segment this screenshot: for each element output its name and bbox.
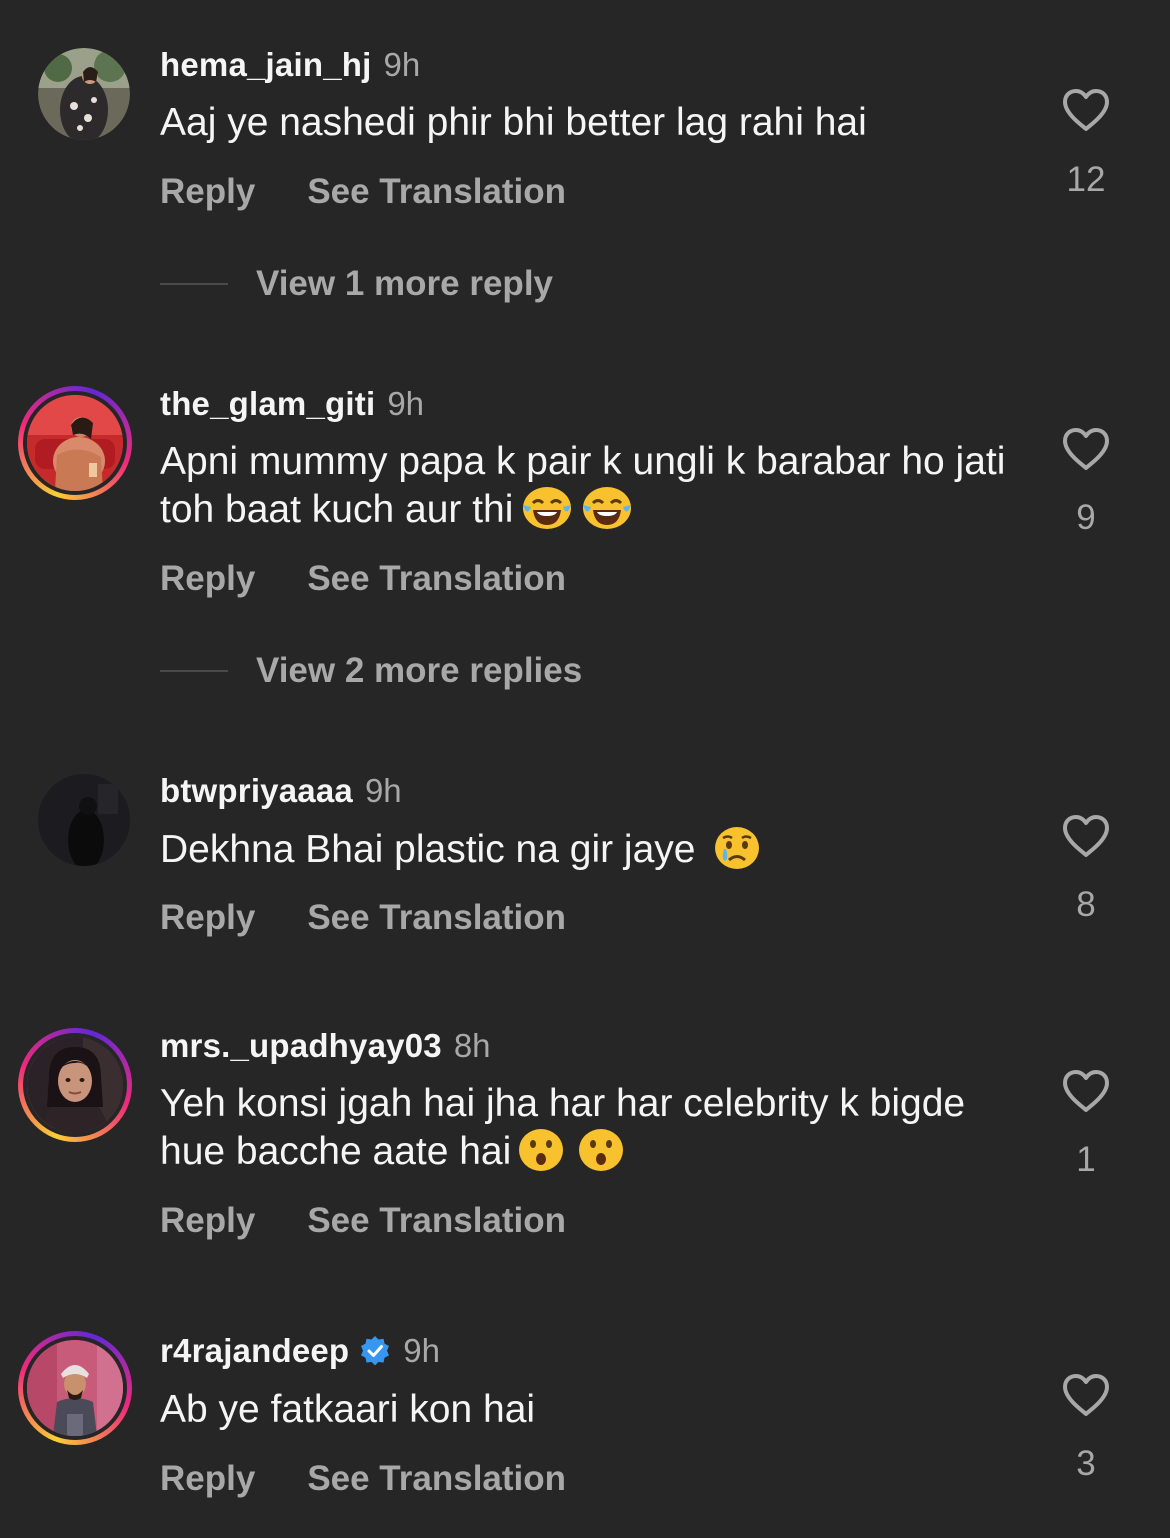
like-count: 8 <box>1076 885 1096 924</box>
like-heart-icon[interactable] <box>1061 1068 1111 1114</box>
comment-body: Dekhna Bhai plastic na gir jaye <box>160 828 696 871</box>
like-count: 3 <box>1076 1444 1096 1483</box>
comment-text: Ab ye fatkaari kon hai <box>160 1386 1020 1433</box>
reply-button[interactable]: Reply <box>160 172 255 212</box>
see-translation-button[interactable]: See Translation <box>307 559 566 599</box>
comment-text: Dekhna Bhai plastic na gir jaye <box>160 825 1020 873</box>
face-with-tears-of-joy-icon <box>581 485 633 531</box>
reply-button[interactable]: Reply <box>160 1201 255 1241</box>
reply-button[interactable]: Reply <box>160 559 255 599</box>
avatar[interactable] <box>38 774 130 866</box>
comment-username[interactable]: mrs._upadhyay03 <box>160 1027 442 1065</box>
comment-username[interactable]: the_glam_giti <box>160 385 375 423</box>
comment-timestamp: 8h <box>453 1027 491 1064</box>
crying-face-icon <box>711 825 763 871</box>
like-heart-icon[interactable] <box>1061 426 1111 472</box>
see-translation-button[interactable]: See Translation <box>307 1459 566 1499</box>
see-translation-button[interactable]: See Translation <box>307 1201 566 1241</box>
comment-text: Apni mummy papa k pair k ungli k barabar… <box>160 438 1020 533</box>
comment-username[interactable]: hema_jain_hj <box>160 46 372 84</box>
like-heart-icon[interactable] <box>1061 87 1111 133</box>
reply-button[interactable]: Reply <box>160 1459 255 1499</box>
like-count: 1 <box>1076 1140 1096 1179</box>
like-heart-icon[interactable] <box>1061 1372 1111 1418</box>
comment-username[interactable]: r4rajandeep <box>160 1332 349 1370</box>
hushed-face-icon <box>515 1127 567 1173</box>
avatar[interactable] <box>18 1028 132 1142</box>
comment-timestamp: 9h <box>403 1332 441 1369</box>
view-more-replies[interactable]: View 2 more replies <box>160 651 582 691</box>
view-more-replies-label[interactable]: View 2 more replies <box>256 651 582 691</box>
view-more-replies-label[interactable]: View 1 more reply <box>256 264 553 304</box>
face-with-tears-of-joy-icon <box>521 485 573 531</box>
see-translation-button[interactable]: See Translation <box>307 898 566 938</box>
like-heart-icon[interactable] <box>1061 813 1111 859</box>
divider <box>160 283 228 285</box>
comment-timestamp: 9h <box>383 46 421 83</box>
comment-body: Aaj ye nashedi phir bhi better lag rahi … <box>160 101 867 144</box>
avatar[interactable] <box>18 386 132 500</box>
comment-text: Yeh konsi jgah hai jha har har celebrity… <box>160 1080 1020 1175</box>
avatar[interactable] <box>18 1331 132 1445</box>
comment-text: Aaj ye nashedi phir bhi better lag rahi … <box>160 99 1020 146</box>
comment-timestamp: 9h <box>387 385 425 422</box>
view-more-replies[interactable]: View 1 more reply <box>160 264 553 304</box>
avatar[interactable] <box>38 48 130 140</box>
like-count: 9 <box>1076 498 1096 537</box>
see-translation-button[interactable]: See Translation <box>307 172 566 212</box>
comment-timestamp: 9h <box>364 772 402 809</box>
verified-badge-icon <box>359 1335 391 1367</box>
divider <box>160 670 228 672</box>
reply-button[interactable]: Reply <box>160 898 255 938</box>
hushed-face-icon <box>575 1127 627 1173</box>
comment-username[interactable]: btwpriyaaaa <box>160 772 353 810</box>
like-count: 12 <box>1066 160 1106 199</box>
comment-body: Ab ye fatkaari kon hai <box>160 1388 536 1431</box>
